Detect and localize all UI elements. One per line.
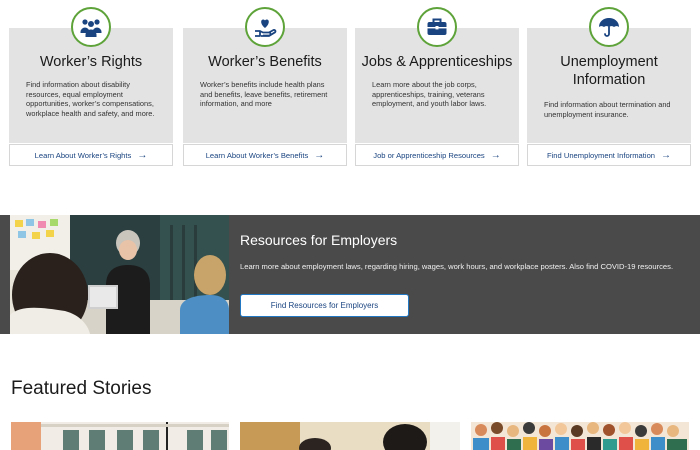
card-workers-benefits: Worker’s Benefits Worker’s benefits incl…	[183, 7, 347, 166]
story-card-building[interactable]	[11, 422, 229, 450]
story-card-meeting[interactable]	[240, 422, 460, 450]
card-link-label: Find Unemployment Information	[546, 150, 656, 160]
arrow-right-icon: →	[661, 149, 672, 161]
briefcase-icon	[417, 7, 457, 47]
card-title: Unemployment Information	[560, 54, 658, 88]
find-unemployment-information-link[interactable]: Find Unemployment Information →	[527, 144, 691, 166]
employers-description: Learn more about employment laws, regard…	[240, 262, 674, 271]
card-description: Find information about termination and u…	[544, 100, 671, 119]
card-description: Find information about disability resour…	[26, 80, 155, 118]
card-description: Worker’s benefits include health plans a…	[200, 80, 328, 109]
card-jobs-apprenticeships: Jobs & Apprenticeships Learn more about …	[355, 7, 519, 166]
card-title: Worker’s Benefits	[208, 54, 322, 70]
office-meeting-photo	[10, 215, 229, 334]
employers-banner: Resources for Employers Learn more about…	[0, 215, 700, 334]
job-apprenticeship-resources-link[interactable]: Job or Apprenticeship Resources →	[355, 144, 519, 166]
service-cards: Worker’s Rights Find information about d…	[0, 0, 700, 170]
employers-title: Resources for Employers	[240, 232, 398, 248]
card-unemployment-information: Unemployment Information Find informatio…	[527, 7, 691, 166]
people-group-icon	[71, 7, 111, 47]
learn-workers-benefits-link[interactable]: Learn About Worker’s Benefits →	[183, 144, 347, 166]
featured-stories-heading: Featured Stories	[11, 378, 152, 399]
arrow-right-icon: →	[490, 149, 501, 161]
umbrella-icon	[589, 7, 629, 47]
card-title: Jobs & Apprenticeships	[361, 54, 513, 70]
card-description: Learn more about the job corps, apprenti…	[372, 80, 487, 109]
arrow-right-icon: →	[314, 149, 325, 161]
card-link-label: Learn About Worker’s Benefits	[205, 150, 309, 160]
hand-heart-icon	[245, 7, 285, 47]
story-card-crowd-illustration[interactable]	[471, 422, 689, 450]
learn-workers-rights-link[interactable]: Learn About Worker’s Rights →	[9, 144, 173, 166]
card-title: Worker’s Rights	[39, 54, 143, 70]
card-link-label: Learn About Worker’s Rights	[34, 150, 132, 160]
card-link-label: Job or Apprenticeship Resources	[373, 150, 485, 160]
card-workers-rights: Worker’s Rights Find information about d…	[9, 7, 173, 166]
arrow-right-icon: →	[137, 149, 148, 161]
find-resources-employers-button[interactable]: Find Resources for Employers	[240, 294, 409, 317]
